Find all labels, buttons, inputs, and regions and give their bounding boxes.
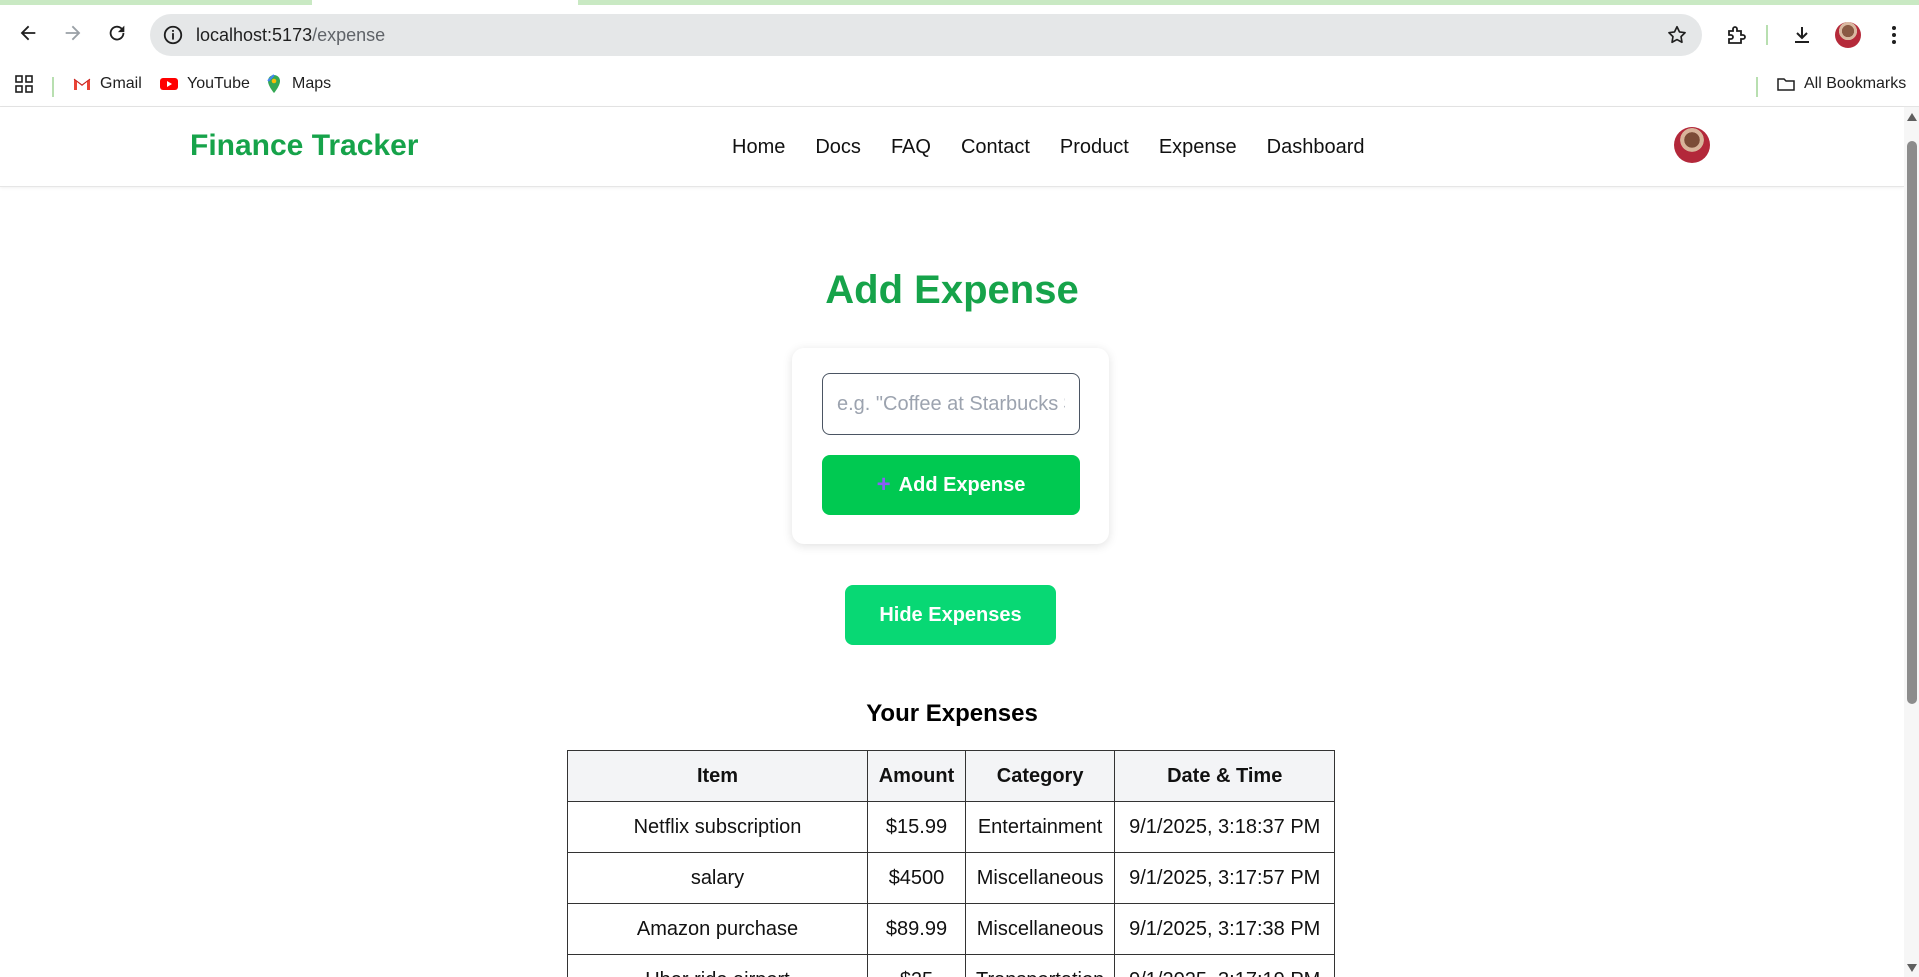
youtube-icon xyxy=(160,78,178,90)
bookmark-star-icon[interactable] xyxy=(1666,24,1688,46)
table-row: salary $4500 Miscellaneous 9/1/2025, 3:1… xyxy=(567,852,1336,904)
reload-icon xyxy=(109,25,125,41)
scrollbar-thumb[interactable] xyxy=(1907,141,1917,704)
all-bookmarks[interactable]: All Bookmarks xyxy=(1776,74,1906,94)
cell-category: Miscellaneous xyxy=(964,903,1116,955)
nav-link-dashboard[interactable]: Dashboard xyxy=(1267,136,1365,159)
expenses-heading: Your Expenses xyxy=(866,700,1038,727)
arrow-right-icon xyxy=(65,25,81,41)
url-host: localhost:5173 xyxy=(196,25,313,45)
cell-amount: $89.99 xyxy=(867,903,966,955)
cell-item: salary xyxy=(567,852,868,904)
brand-logo[interactable]: Finance Tracker xyxy=(190,129,418,163)
nav-link-contact[interactable]: Contact xyxy=(961,136,1030,159)
hide-expenses-button[interactable]: Hide Expenses xyxy=(845,585,1056,645)
url-text[interactable]: localhost:5173/expense xyxy=(196,25,385,46)
column-header-item: Item xyxy=(567,750,868,802)
forward-button[interactable] xyxy=(59,19,87,47)
column-header-datetime: Date & Time xyxy=(1114,750,1336,802)
browser-toolbar: localhost:5173/expense xyxy=(0,5,1919,66)
page-title: Add Expense xyxy=(825,268,1079,312)
main-menu: Home Docs FAQ Contact Product Expense Da… xyxy=(732,136,1365,159)
nav-link-product[interactable]: Product xyxy=(1060,136,1129,159)
bookmark-divider xyxy=(1756,77,1758,97)
arrow-left-icon xyxy=(20,25,36,41)
reload-button[interactable] xyxy=(103,19,131,47)
bookmark-label: YouTube xyxy=(187,75,250,92)
table-header-row: Item Amount Category Date & Time xyxy=(567,750,1336,802)
cell-datetime: 9/1/2025, 3:17:19 PM xyxy=(1114,954,1336,977)
cell-category: Transportation xyxy=(964,954,1116,977)
expense-input[interactable] xyxy=(822,373,1080,435)
bookmark-label: Gmail xyxy=(100,75,142,92)
more-menu-icon[interactable] xyxy=(1882,23,1906,47)
url-path: /expense xyxy=(312,25,386,45)
scroll-down-icon[interactable] xyxy=(1907,964,1917,972)
scroll-up-icon[interactable] xyxy=(1907,113,1917,121)
cell-amount: $4500 xyxy=(867,852,966,904)
table-row: Netflix subscription $15.99 Entertainmen… xyxy=(567,801,1336,853)
all-bookmarks-label: All Bookmarks xyxy=(1804,75,1907,92)
app-navbar: Finance Tracker Home Docs FAQ Contact Pr… xyxy=(0,107,1904,187)
address-bar[interactable]: localhost:5173/expense xyxy=(150,14,1702,56)
cell-amount: $25 xyxy=(867,954,966,977)
nav-link-home[interactable]: Home xyxy=(732,136,785,159)
page-scrollbar[interactable] xyxy=(1904,107,1919,977)
expenses-table: Item Amount Category Date & Time Netflix… xyxy=(567,750,1336,977)
info-icon[interactable] xyxy=(162,24,184,46)
extensions-icon[interactable] xyxy=(1725,23,1749,47)
column-header-category: Category xyxy=(964,750,1116,802)
cell-item: Amazon purchase xyxy=(567,903,868,955)
bookmark-youtube[interactable]: YouTube xyxy=(159,74,250,94)
gmail-icon xyxy=(73,78,91,90)
maps-pin-icon xyxy=(267,74,280,93)
cell-datetime: 9/1/2025, 3:17:57 PM xyxy=(1114,852,1336,904)
bookmark-maps[interactable]: Maps xyxy=(264,74,331,94)
add-expense-card: + Add Expense xyxy=(792,348,1109,544)
back-button[interactable] xyxy=(14,19,42,47)
cell-amount: $15.99 xyxy=(867,801,966,853)
profile-avatar[interactable] xyxy=(1835,22,1861,48)
download-icon[interactable] xyxy=(1790,23,1814,47)
add-expense-button-label: Add Expense xyxy=(898,473,1026,496)
nav-link-docs[interactable]: Docs xyxy=(815,136,861,159)
plus-icon: + xyxy=(876,471,891,498)
bookmark-divider xyxy=(52,77,54,97)
folder-icon xyxy=(1777,78,1795,91)
table-row: Amazon purchase $89.99 Miscellaneous 9/1… xyxy=(567,903,1336,955)
cell-category: Miscellaneous xyxy=(964,852,1116,904)
user-avatar[interactable] xyxy=(1674,127,1710,163)
bookmarks-bar: Gmail YouTube Maps All Bookmarks xyxy=(0,66,1919,106)
column-header-amount: Amount xyxy=(867,750,966,802)
cell-item: Netflix subscription xyxy=(567,801,868,853)
table-row: Uber ride airport $25 Transportation 9/1… xyxy=(567,954,1336,977)
cell-datetime: 9/1/2025, 3:18:37 PM xyxy=(1114,801,1336,853)
bookmark-label: Maps xyxy=(292,75,332,92)
toolbar-divider xyxy=(1766,25,1768,45)
apps-grid-icon xyxy=(15,75,33,93)
add-expense-button[interactable]: + Add Expense xyxy=(822,455,1080,515)
nav-link-expense[interactable]: Expense xyxy=(1159,136,1237,159)
cell-datetime: 9/1/2025, 3:17:38 PM xyxy=(1114,903,1336,955)
nav-link-faq[interactable]: FAQ xyxy=(891,136,931,159)
apps-button[interactable] xyxy=(14,74,34,94)
cell-category: Entertainment xyxy=(964,801,1116,853)
cell-item: Uber ride airport xyxy=(567,954,868,977)
bookmark-gmail[interactable]: Gmail xyxy=(72,74,142,94)
